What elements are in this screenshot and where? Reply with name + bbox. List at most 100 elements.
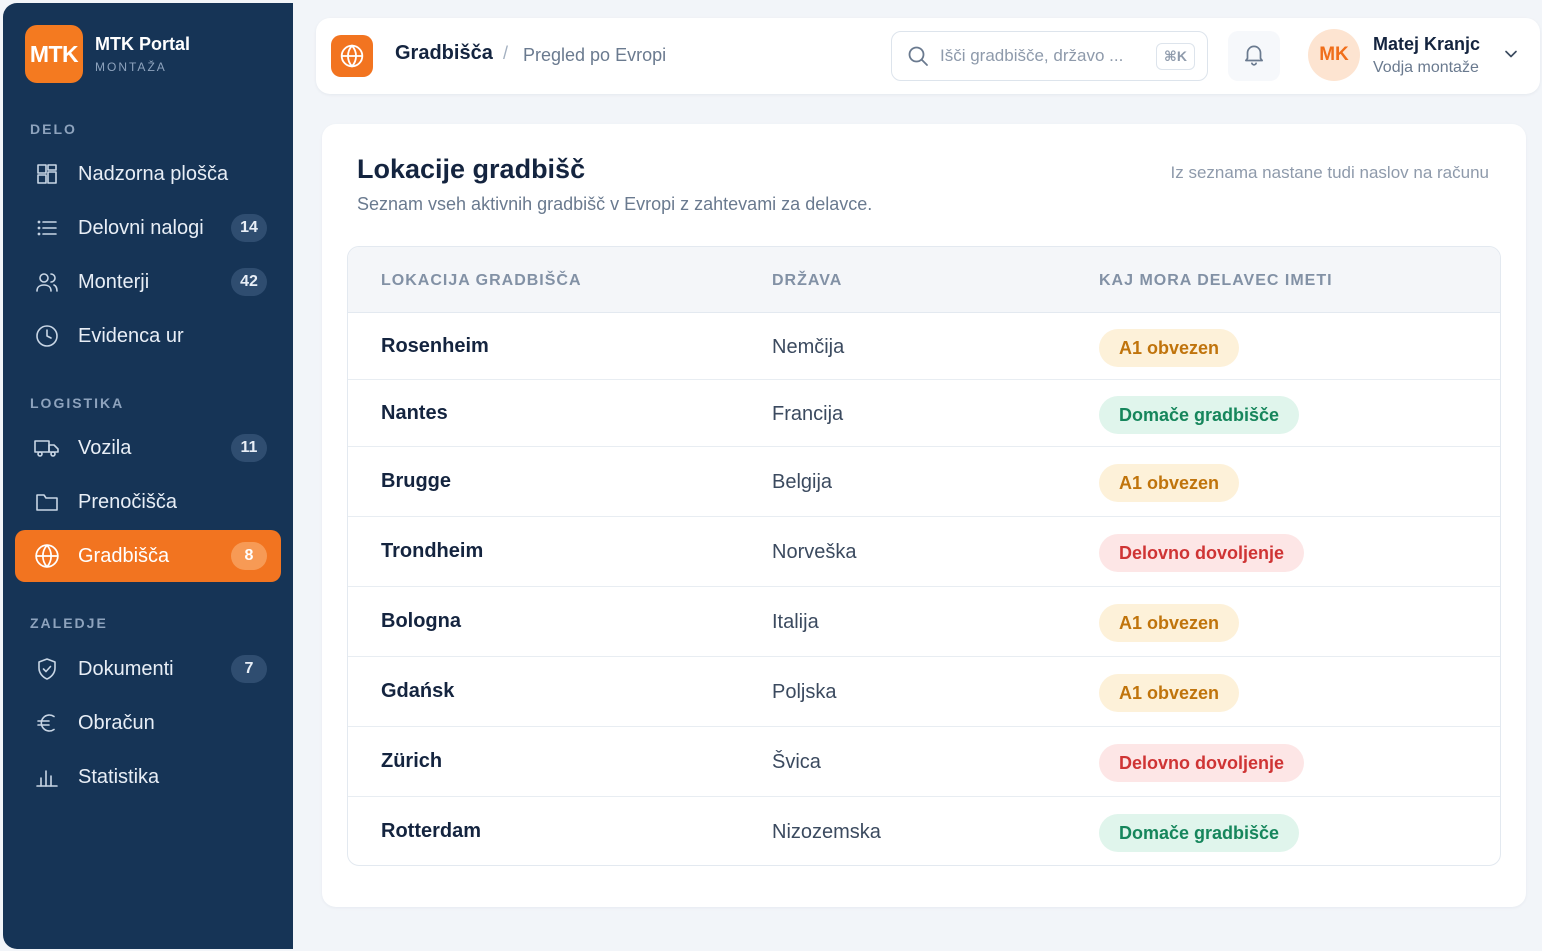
cell-country: Švica bbox=[772, 751, 821, 773]
page-title: Gradbišča bbox=[395, 42, 493, 64]
sidebar-item-label: Obračun bbox=[78, 711, 155, 734]
users-icon bbox=[33, 268, 61, 296]
euro-icon bbox=[33, 709, 61, 737]
notifications-button[interactable] bbox=[1228, 31, 1280, 81]
locations-card: Lokacije gradbišč Seznam vseh aktivnih g… bbox=[322, 124, 1526, 907]
table-row[interactable]: Bologna Italija A1 obvezen bbox=[348, 587, 1500, 657]
cell-location: Rotterdam bbox=[381, 820, 482, 842]
sidebar-item-obracun[interactable]: Obračun bbox=[15, 697, 281, 749]
cell-location: Gdańsk bbox=[381, 680, 455, 702]
sidebar-item-label: Nadzorna plošča bbox=[78, 162, 229, 185]
sidebar-item-monterji[interactable]: Monterji 42 bbox=[15, 256, 281, 308]
sidebar-item-label: Delovni nalogi bbox=[78, 216, 204, 239]
user-role: Vodja montaže bbox=[1373, 58, 1479, 76]
section-label-zaledje: ZALEDJE bbox=[30, 615, 108, 631]
table-row[interactable]: Zürich Švica Delovno dovoljenje bbox=[348, 727, 1500, 797]
status-badge: A1 obvezen bbox=[1099, 674, 1240, 712]
section-label-logistika: LOGISTIKA bbox=[30, 395, 125, 411]
breadcrumb-current: Pregled po Evropi bbox=[523, 45, 667, 65]
globe-icon bbox=[33, 542, 61, 570]
sidebar-item-label: Vozila bbox=[78, 436, 132, 459]
column-header-country[interactable]: DRŽAVA bbox=[772, 272, 842, 290]
cell-location: Trondheim bbox=[381, 540, 484, 562]
status-badge: Domače gradbišče bbox=[1099, 814, 1300, 852]
sidebar-item-label: Monterji bbox=[78, 270, 150, 293]
list-icon bbox=[33, 214, 61, 242]
table-row[interactable]: Rosenheim Nemčija A1 obvezen bbox=[348, 313, 1500, 380]
clock-icon bbox=[33, 322, 61, 350]
sidebar-item-evidenca-ur[interactable]: Evidenca ur bbox=[15, 310, 281, 362]
status-badge: Delovno dovoljenje bbox=[1099, 744, 1305, 782]
sidebar-item-statistika[interactable]: Statistika bbox=[15, 751, 281, 803]
sidebar-item-label: Evidenca ur bbox=[78, 324, 184, 347]
cell-country: Nemčija bbox=[772, 336, 845, 358]
table-row[interactable]: Brugge Belgija A1 obvezen bbox=[348, 447, 1500, 517]
card-title: Lokacije gradbišč bbox=[357, 154, 586, 184]
bar-chart-icon bbox=[33, 763, 61, 791]
cell-country: Poljska bbox=[772, 681, 837, 703]
card-note: Iz seznama nastane tudi naslov na računu bbox=[1170, 163, 1489, 182]
shield-icon bbox=[33, 655, 61, 683]
sidebar-item-label: Prenočišča bbox=[78, 490, 177, 513]
sidebar-item-label: Dokumenti bbox=[78, 657, 174, 680]
count-badge: 11 bbox=[231, 434, 267, 462]
count-badge: 14 bbox=[231, 214, 267, 242]
breadcrumb-separator: / bbox=[503, 43, 509, 63]
brand-subtitle: MONTAŽA bbox=[95, 60, 167, 74]
column-header-requirement[interactable]: KAJ MORA DELAVEC IMETI bbox=[1099, 272, 1333, 290]
brand-name: MTK Portal bbox=[95, 34, 191, 54]
card-subtitle: Seznam vseh aktivnih gradbišč v Evropi z… bbox=[357, 194, 873, 214]
status-badge: A1 obvezen bbox=[1099, 329, 1240, 367]
user-name: Matej Kranjc bbox=[1373, 33, 1481, 54]
folder-icon bbox=[33, 488, 61, 516]
cell-country: Italija bbox=[772, 611, 819, 633]
user-menu[interactable]: MK Matej Kranjc Vodja montaže bbox=[1308, 29, 1480, 81]
search-box: ⌘K bbox=[891, 31, 1208, 81]
avatar: MK bbox=[1308, 29, 1360, 81]
sidebar-item-gradbisca[interactable]: Gradbišča 8 bbox=[15, 530, 281, 582]
cell-location: Zürich bbox=[381, 750, 443, 772]
table-header: LOKACIJA GRADBIŠČA DRŽAVA KAJ MORA DELAV… bbox=[348, 247, 1500, 313]
table-body: Rosenheim Nemčija A1 obvezen Nantes Francija… bbox=[348, 313, 1500, 865]
cell-location: Bologna bbox=[381, 610, 461, 632]
table-row[interactable]: Rotterdam Nizozemska Domače gradbišče bbox=[348, 797, 1500, 865]
chevron-down-icon[interactable] bbox=[1501, 44, 1521, 69]
count-badge: 7 bbox=[231, 655, 267, 683]
count-badge: 8 bbox=[231, 542, 267, 570]
status-badge: A1 obvezen bbox=[1099, 464, 1240, 502]
status-badge: A1 obvezen bbox=[1099, 604, 1240, 642]
search-icon bbox=[906, 44, 930, 68]
status-badge: Domače gradbišče bbox=[1099, 396, 1300, 434]
cell-location: Nantes bbox=[381, 402, 448, 424]
cell-location: Rosenheim bbox=[381, 335, 489, 357]
column-header-location[interactable]: LOKACIJA GRADBIŠČA bbox=[381, 272, 582, 290]
sidebar-item-dokumenti[interactable]: Dokumenti 7 bbox=[15, 643, 281, 695]
status-badge: Delovno dovoljenje bbox=[1099, 534, 1305, 572]
table-row[interactable]: Nantes Francija Domače gradbišče bbox=[348, 380, 1500, 447]
cell-country: Francija bbox=[772, 403, 844, 425]
shortcut-hint: ⌘K bbox=[1155, 43, 1195, 70]
sidebar-item-label: Gradbišča bbox=[78, 544, 170, 567]
sidebar-item-vozila[interactable]: Vozila 11 bbox=[15, 422, 281, 474]
brand[interactable]: MTK MTK Portal MONTAŽA bbox=[25, 25, 190, 83]
cell-country: Belgija bbox=[772, 471, 833, 493]
sidebar-item-delovni-nalogi[interactable]: Delovni nalogi 14 bbox=[15, 202, 281, 254]
sidebar-item-prenocisca[interactable]: Prenočišča bbox=[15, 476, 281, 528]
cell-location: Brugge bbox=[381, 470, 451, 492]
sidebar-item-nadzorna-plosca[interactable]: Nadzorna plošča bbox=[15, 148, 281, 200]
top-bar: Gradbišča / Pregled po Evropi ⌘K MK Mate… bbox=[316, 18, 1540, 94]
dashboard-icon bbox=[33, 160, 61, 188]
globe-icon bbox=[331, 35, 373, 77]
sidebar: MTK MTK Portal MONTAŽA DELO Nadzorna plo… bbox=[3, 3, 293, 949]
cell-country: Nizozemska bbox=[772, 821, 881, 843]
truck-icon bbox=[33, 434, 61, 462]
brand-logo: MTK bbox=[25, 25, 83, 83]
cell-country: Norveška bbox=[772, 541, 857, 563]
sidebar-item-label: Statistika bbox=[78, 765, 160, 788]
bell-icon bbox=[1241, 41, 1267, 72]
count-badge: 42 bbox=[231, 268, 267, 296]
section-label-delo: DELO bbox=[30, 121, 77, 137]
search-input[interactable] bbox=[940, 46, 1140, 66]
table-row[interactable]: Gdańsk Poljska A1 obvezen bbox=[348, 657, 1500, 727]
table-row[interactable]: Trondheim Norveška Delovno dovoljenje bbox=[348, 517, 1500, 587]
